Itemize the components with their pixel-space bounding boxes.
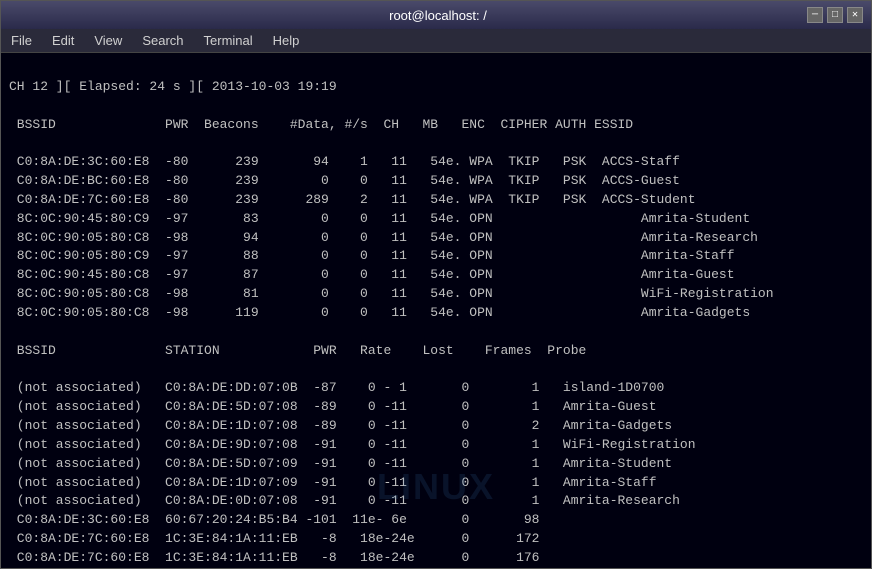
menu-bar: File Edit View Search Terminal Help [1,29,871,53]
minimize-button[interactable]: ─ [807,7,823,23]
menu-terminal[interactable]: Terminal [198,31,259,50]
terminal-output[interactable]: LINUX CH 12 ][ Elapsed: 24 s ][ 2013-10-… [1,53,871,568]
window-title: root@localhost: / [69,8,807,23]
terminal-window: root@localhost: / ─ □ ✕ File Edit View S… [0,0,872,569]
window-controls: ─ □ ✕ [807,7,863,23]
terminal-text: CH 12 ][ Elapsed: 24 s ][ 2013-10-03 19:… [9,59,863,568]
menu-view[interactable]: View [88,31,128,50]
menu-edit[interactable]: Edit [46,31,80,50]
menu-file[interactable]: File [5,31,38,50]
title-bar: root@localhost: / ─ □ ✕ [1,1,871,29]
menu-search[interactable]: Search [136,31,189,50]
maximize-button[interactable]: □ [827,7,843,23]
menu-help[interactable]: Help [267,31,306,50]
close-button[interactable]: ✕ [847,7,863,23]
